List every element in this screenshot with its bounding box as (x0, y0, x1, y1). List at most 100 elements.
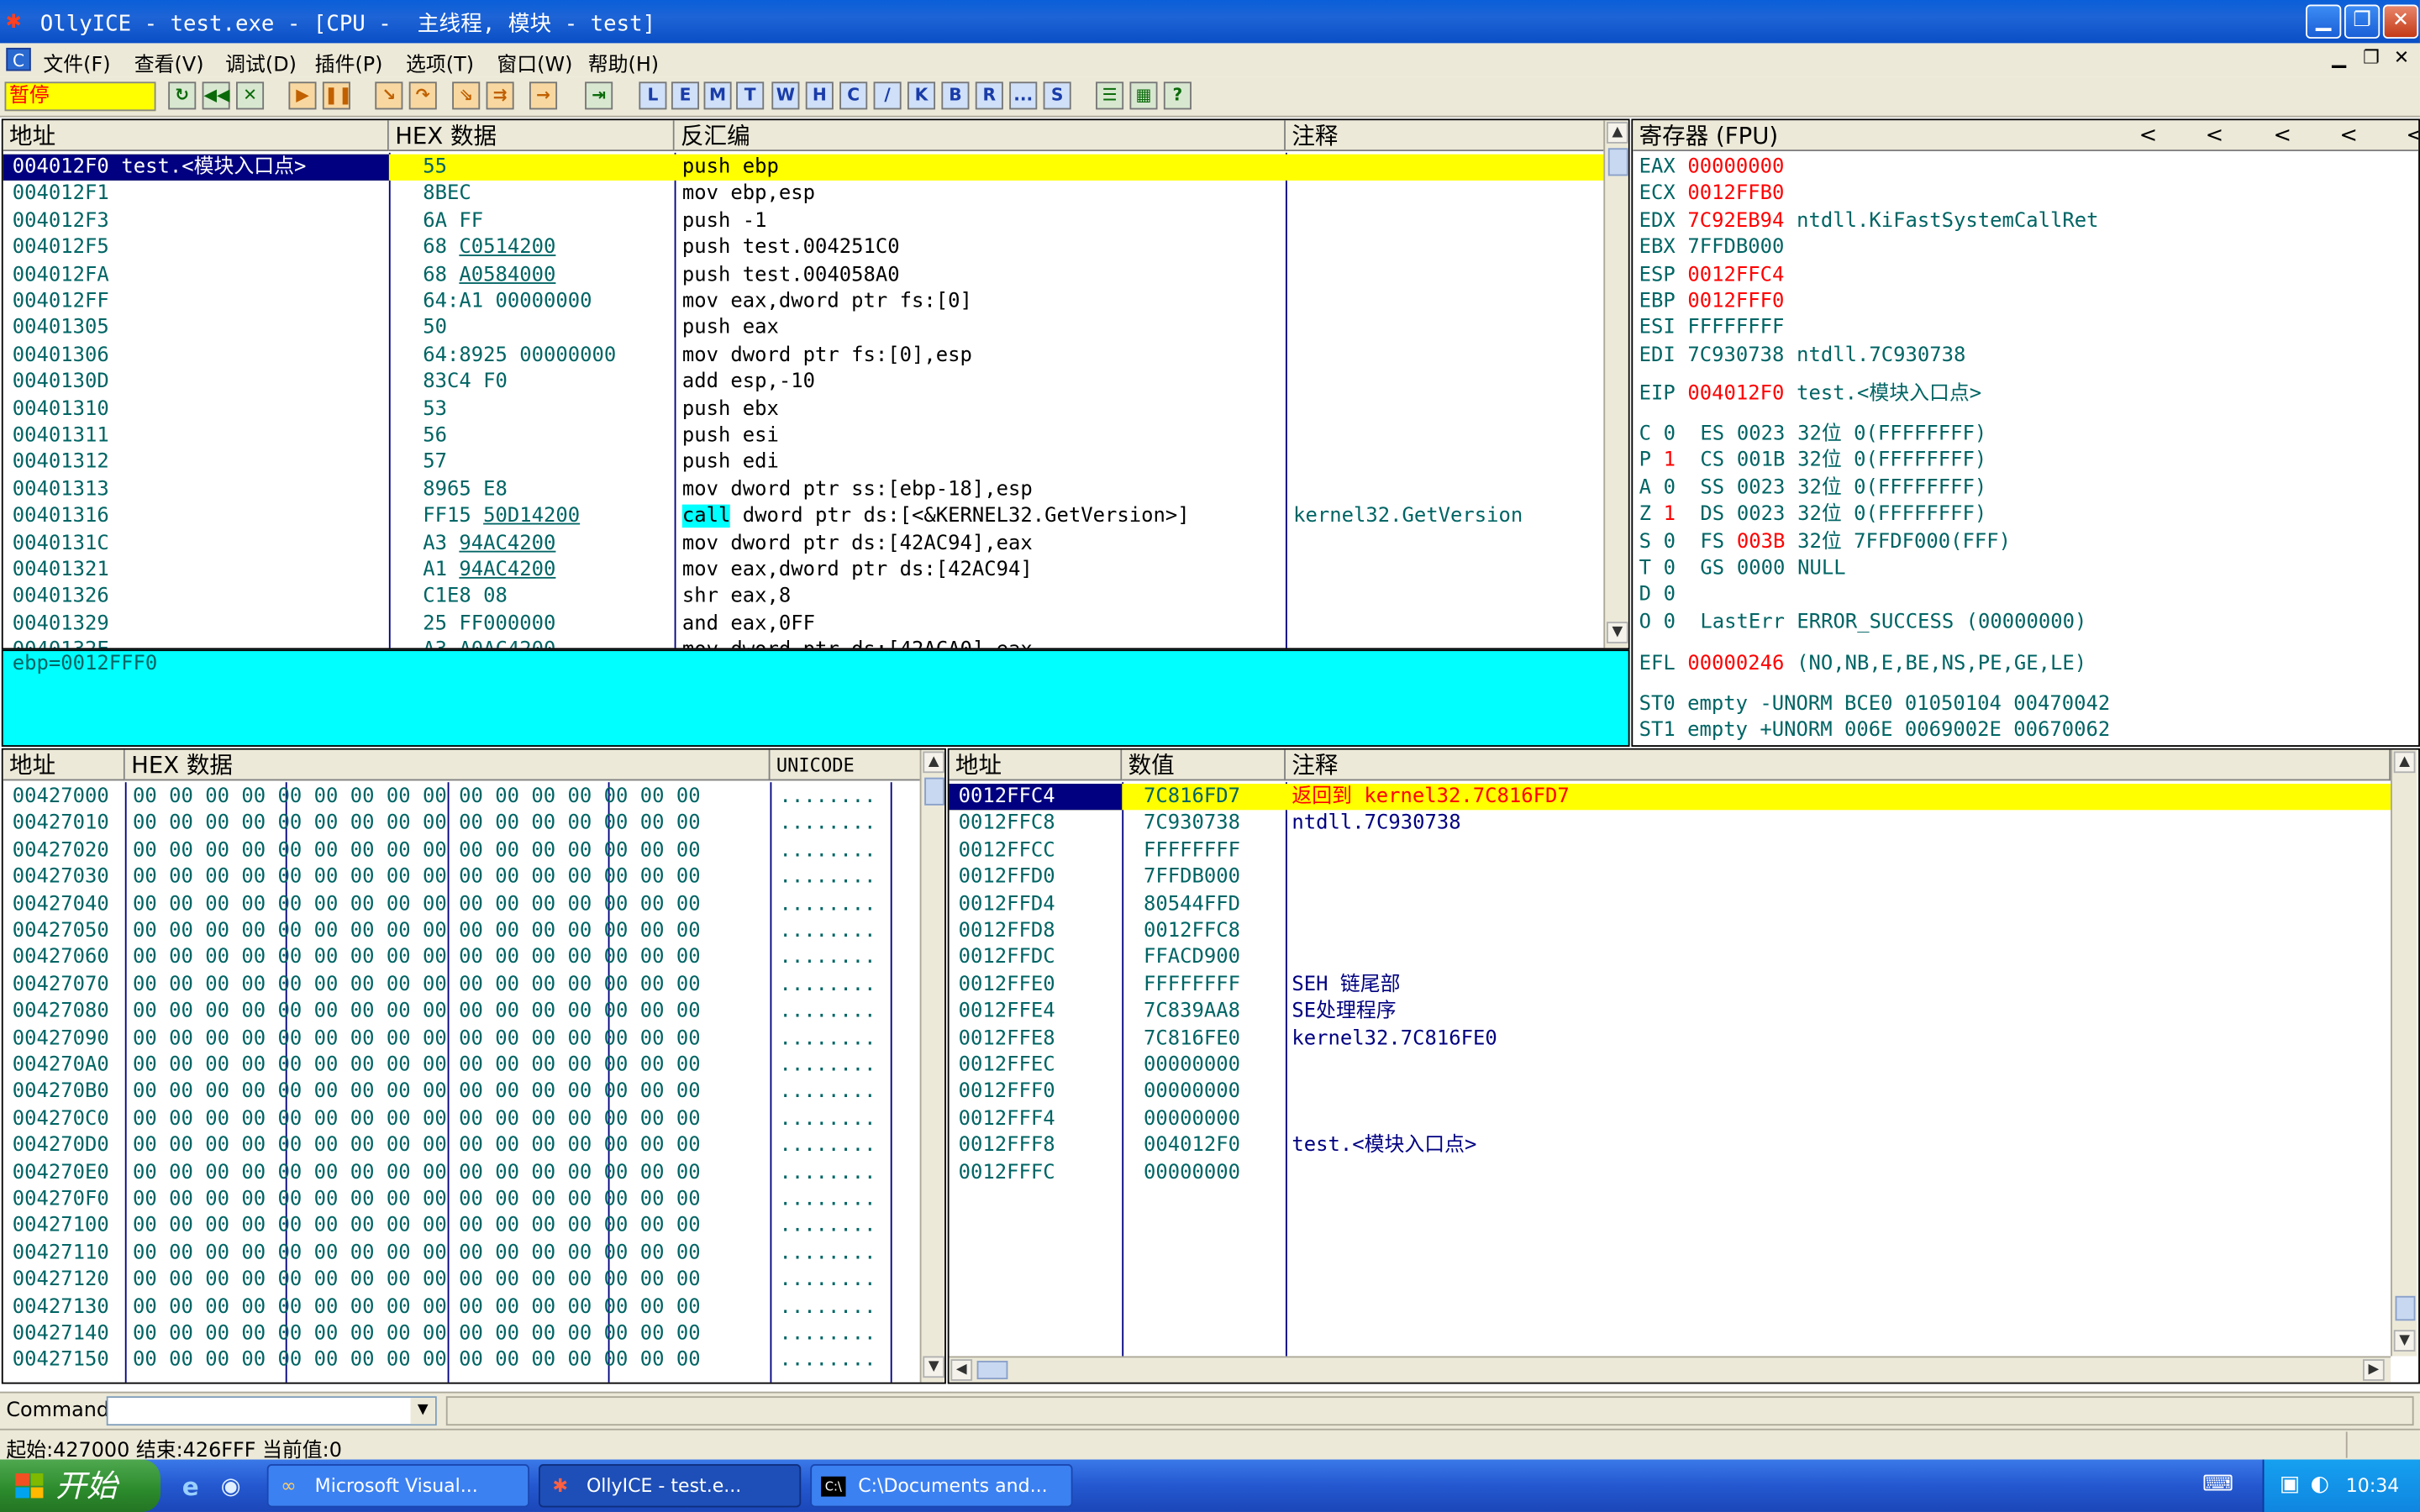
flag-row[interactable]: P 1 CS 001B 32位 0(FFFFFFFF) (1639, 448, 1987, 474)
trace-over-icon[interactable]: ⇉ (486, 81, 514, 110)
scroll-up-icon[interactable]: ▲ (2393, 751, 2416, 774)
column-header-unicode[interactable]: UNICODE (770, 749, 922, 781)
command-input[interactable] (106, 1396, 437, 1426)
disasm-row[interactable]: 00401321 A1 94AC4200 mov eax,dword ptr ds:… (3, 557, 1604, 584)
stack-pane[interactable]: 地址 数值 注释 0012FFC4 7C816FD7 返回到 kernel32.7C… (947, 748, 2420, 1384)
menu-options[interactable]: 选项(T) (406, 48, 474, 77)
stack-row[interactable]: 0012FFD0 7FFDB000 (950, 864, 2391, 891)
register-efl[interactable]: EFL 00000246 (NO,NB,E,BE,NS,PE,GE,LE) (1639, 651, 2087, 677)
open-icon[interactable]: ↻ (168, 81, 197, 110)
clock[interactable]: 10:34 (2346, 1475, 2400, 1497)
modules-window-icon[interactable]: E (671, 81, 700, 110)
dump-row[interactable]: 00427000 00 00 00 00 00 00 00 00 00 00 00… (3, 784, 920, 811)
start-button[interactable]: 开始 (0, 1459, 161, 1512)
dump-row[interactable]: 00427130 00 00 00 00 00 00 00 00 00 00 00… (3, 1294, 920, 1320)
stack-row[interactable]: 0012FFEC 00000000 (950, 1053, 2391, 1079)
pause-icon[interactable]: ❚❚ (322, 81, 353, 110)
flag-row[interactable]: S 0 FS 003B 32位 7FFDF000(FFF) (1639, 528, 2011, 554)
dump-row[interactable]: 00427050 00 00 00 00 00 00 00 00 00 00 00… (3, 918, 920, 945)
dump-row[interactable]: 00427020 00 00 00 00 00 00 00 00 00 00 00… (3, 837, 920, 864)
flag-row[interactable]: C 0 ES 0023 32位 0(FFFFFFFF) (1639, 421, 1987, 447)
register-eax[interactable]: EAX 00000000 (1639, 155, 1797, 181)
stack-row[interactable]: 0012FFC4 7C816FD7 返回到 kernel32.7C816FD7 (949, 784, 2391, 811)
disasm-row[interactable]: 004012F5 68 C0514200 push test.004251C0 (3, 235, 1604, 262)
dump-row[interactable]: 00427060 00 00 00 00 00 00 00 00 00 00 00… (3, 945, 920, 972)
dump-row[interactable]: 00427110 00 00 00 00 00 00 00 00 00 00 00… (3, 1240, 920, 1267)
menu-view[interactable]: 查看(V) (134, 48, 204, 77)
log-window-icon[interactable]: L (639, 81, 667, 110)
stack-hscrollbar[interactable]: ◀ ▶ (949, 1356, 2391, 1383)
window-title-bar[interactable]: ✱ OllyICE - test.exe - [CPU - 主线程, 模块 - … (0, 0, 2420, 44)
taskbar-item-ollyice[interactable]: ✱ OllyICE - test.e... (539, 1464, 802, 1508)
fpu-register[interactable]: ST0 empty -UNORM BCE0 01050104 00470042 (1639, 691, 2111, 717)
register-ebx[interactable]: EBX 7FFDB000 (1639, 235, 1797, 261)
scroll-thumb[interactable] (976, 1360, 1008, 1380)
threads-window-icon[interactable]: T (736, 81, 765, 110)
stack-row[interactable]: 0012FFF4 00000000 (950, 1106, 2391, 1133)
close-button[interactable]: ✕ (2382, 4, 2419, 39)
dump-row[interactable]: 004270B0 00 00 00 00 00 00 00 00 00 00 00… (3, 1079, 920, 1106)
patches-window-icon[interactable]: / (873, 81, 902, 110)
column-header-hex[interactable]: HEX 数据 (388, 120, 675, 151)
restore-button[interactable]: ❐ (2344, 4, 2381, 39)
disasm-row[interactable]: 0040130D 83C4 F0 add esp,-10 (3, 369, 1604, 396)
step-into-icon[interactable]: ↘ (375, 81, 403, 110)
network-icon[interactable]: ▣ (2280, 1472, 2300, 1496)
dump-row[interactable]: 00427080 00 00 00 00 00 00 00 00 00 00 00… (3, 999, 920, 1026)
grid-view-icon[interactable]: ▦ (1129, 81, 1158, 110)
taskbar-item-console[interactable]: C:\ C:\Documents and... (810, 1464, 1073, 1508)
stack-scrollbar[interactable]: ▲ ▼ (2391, 749, 2417, 1357)
registers-header[interactable]: 寄存器 (FPU) (1633, 120, 2419, 151)
disasm-row[interactable]: 004012FA 68 A0584000 push test.004058A0 (3, 261, 1604, 288)
cpu-window-icon[interactable]: C (6, 47, 31, 71)
restart-icon[interactable]: ◀◀ (202, 81, 230, 110)
disassembly-scrollbar[interactable]: ▲ ▼ (1603, 120, 1628, 648)
column-header-address[interactable]: 地址 (3, 749, 125, 781)
disasm-row[interactable]: 00401329 25 FF000000 and eax,0FF (3, 611, 1604, 638)
chevron-down-icon[interactable]: ▼ (410, 1398, 435, 1425)
flag-row[interactable]: T 0 GS 0000 NULL (1639, 555, 1846, 581)
ie-quicklaunch-icon[interactable]: e (182, 1472, 199, 1501)
disasm-row[interactable]: 00401312 57 push edi (3, 449, 1604, 476)
menu-plugins[interactable]: 插件(P) (315, 48, 383, 77)
registers-pane[interactable]: 寄存器 (FPU) < < < < < EAX00000000ECX0012FF… (1631, 118, 2420, 747)
run-icon[interactable]: ▶ (288, 81, 317, 110)
windows-window-icon[interactable]: W (771, 81, 800, 110)
disasm-row[interactable]: 00401311 56 push esi (3, 423, 1604, 449)
nav-prev-icon[interactable]: < (2339, 123, 2358, 148)
register-ebp[interactable]: EBP 0012FFF0 (1639, 288, 1797, 314)
run-trace-window-icon[interactable]: ... (1009, 81, 1038, 110)
register-esi[interactable]: ESI FFFFFFFF (1639, 315, 1797, 341)
stack-row[interactable]: 0012FFE4 7C839AA8 SE处理程序 (950, 999, 2391, 1026)
dump-row[interactable]: 004270D0 00 00 00 00 00 00 00 00 00 00 00… (3, 1132, 920, 1159)
flag-row[interactable]: A 0 SS 0023 32位 0(FFFFFFFF) (1639, 475, 1987, 501)
disasm-row[interactable]: 004012F0 test.<模块入口点> 55 push ebp (3, 154, 1604, 181)
disasm-row[interactable]: 00401310 53 push ebx (3, 396, 1604, 423)
register-esp[interactable]: ESP 0012FFC4 (1639, 261, 1797, 287)
disasm-row[interactable]: 00401326 C1E8 08 shr eax,8 (3, 584, 1604, 611)
dump-row[interactable]: 004270F0 00 00 00 00 00 00 00 00 00 00 00… (3, 1186, 920, 1213)
scroll-down-icon[interactable]: ▼ (1607, 622, 1628, 643)
menu-window[interactable]: 窗口(W) (497, 48, 572, 77)
dump-row[interactable]: 00427070 00 00 00 00 00 00 00 00 00 00 00… (3, 972, 920, 999)
stack-row[interactable]: 0012FFE0 FFFFFFFF SEH 链尾部 (950, 972, 2391, 999)
nav-prev-icon[interactable]: < (2139, 123, 2158, 148)
source-window-icon[interactable]: S (1043, 81, 1071, 110)
fpu-register[interactable]: ST1 empty +UNORM 006E 0069002E 00670062 (1639, 718, 2111, 744)
breakpoints-window-icon[interactable]: B (941, 81, 970, 110)
stack-row[interactable]: 0012FFCC FFFFFFFF (950, 837, 2391, 864)
minimize-button[interactable]: ▁ (2306, 4, 2342, 39)
scroll-left-icon[interactable]: ◀ (950, 1359, 973, 1381)
close-program-icon[interactable]: ✕ (236, 81, 265, 110)
memory-window-icon[interactable]: M (703, 81, 732, 110)
goto-icon[interactable]: ⇥ (585, 81, 613, 110)
disassembly-pane[interactable]: 地址 HEX 数据 反汇编 注释 004012F0 test.<模块入口点> 55 p… (1, 118, 1630, 650)
dump-row[interactable]: 00427100 00 00 00 00 00 00 00 00 00 00 00… (3, 1213, 920, 1240)
disasm-row[interactable]: 00401313 8965 E8 mov dword ptr ss:[ebp-18]… (3, 476, 1604, 503)
column-header-hex[interactable]: HEX 数据 (124, 749, 771, 781)
dump-scrollbar[interactable]: ▲ ▼ (919, 749, 945, 1383)
execute-till-return-icon[interactable]: → (529, 81, 558, 110)
disasm-row[interactable]: 004012F1 8BEC mov ebp,esp (3, 181, 1604, 208)
menu-debug[interactable]: 调试(D) (225, 48, 297, 77)
stack-row[interactable]: 0012FFF8 004012F0 test.<模块入口点> (950, 1132, 2391, 1159)
